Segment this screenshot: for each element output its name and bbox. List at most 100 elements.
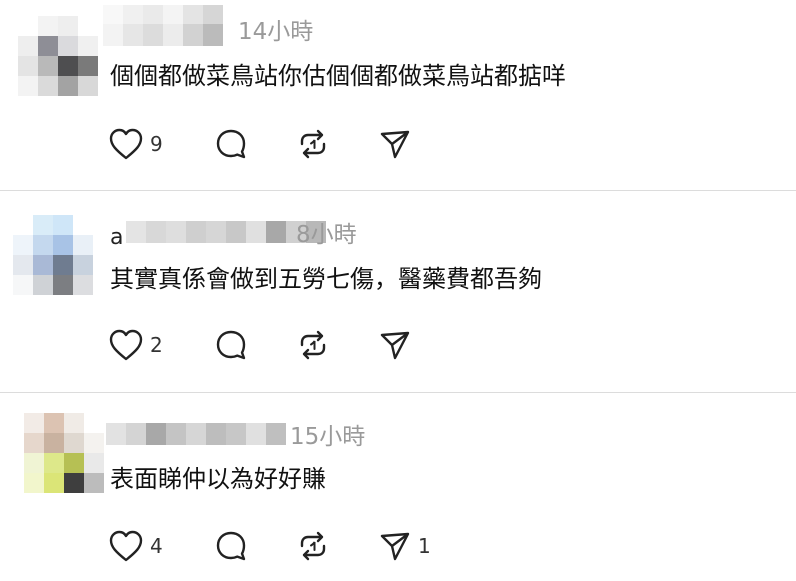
name-pixel: [206, 221, 226, 243]
like-button[interactable]: 2: [108, 325, 163, 365]
comment-button[interactable]: [214, 526, 248, 566]
avatar-pixel: [84, 473, 104, 493]
post-text: 表面睇仲以為好好賺: [110, 465, 326, 493]
like-count: 2: [150, 333, 163, 357]
send-icon: [380, 130, 410, 159]
avatar-pixel: [78, 56, 98, 76]
reply-post: 14小時 個個都做菜鳥站你估個個都做菜鳥站都掂咩 9: [0, 0, 796, 190]
avatar-pixel: [58, 76, 78, 96]
avatar-pixel: [64, 433, 84, 453]
name-pixel: [266, 221, 286, 243]
avatar-pixel: [33, 215, 53, 235]
like-count: 9: [150, 132, 163, 156]
name-pixel: [103, 24, 123, 46]
repost-button[interactable]: [296, 325, 330, 365]
avatar-pixel: [24, 473, 44, 493]
name-pixel: [226, 423, 246, 445]
avatar-pixel: [73, 215, 93, 235]
avatar-pixel: [44, 453, 64, 473]
avatar-pixel: [38, 76, 58, 96]
avatar-pixel: [38, 56, 58, 76]
name-pixel: [183, 24, 203, 46]
post-time: 14小時: [238, 19, 314, 45]
repost-button[interactable]: [296, 124, 330, 164]
repost-icon: [300, 330, 326, 360]
username-initial[interactable]: a: [110, 227, 123, 249]
avatar-pixel: [44, 433, 64, 453]
avatar-pixel: [13, 235, 33, 255]
avatar-pixel: [33, 275, 53, 295]
name-pixel: [206, 423, 226, 445]
avatar-pixel: [18, 56, 38, 76]
name-pixel: [126, 423, 146, 445]
avatar-pixel: [84, 453, 104, 473]
reply-post: a 8小時 其實真係會做到五勞七傷，醫藥費都吾夠 2: [0, 191, 796, 392]
name-pixel: [166, 423, 186, 445]
avatar-pixel: [13, 255, 33, 275]
repost-button[interactable]: [296, 526, 330, 566]
name-pixel: [246, 423, 266, 445]
avatar-pixel: [38, 36, 58, 56]
name-pixel: [186, 423, 206, 445]
username-blurred[interactable]: [103, 24, 223, 46]
avatar-pixel: [64, 473, 84, 493]
heart-icon: [109, 128, 143, 160]
name-pixel: [163, 5, 183, 25]
name-pixel: [203, 5, 223, 25]
comment-button[interactable]: [214, 124, 248, 164]
name-pixel: [266, 423, 286, 445]
name-pixel: [226, 221, 246, 243]
avatar-pixel: [24, 453, 44, 473]
like-button[interactable]: 4: [108, 526, 163, 566]
post-time: 8小時: [296, 222, 357, 248]
share-count: 1: [418, 534, 431, 558]
avatar-pixel: [58, 16, 78, 36]
avatar-pixel: [73, 275, 93, 295]
name-pixel: [186, 221, 206, 243]
avatar-pixel: [78, 16, 98, 36]
reply-post: 15小時 表面睇仲以為好好賺 4 1: [0, 393, 796, 581]
avatar-pixel: [18, 36, 38, 56]
like-button[interactable]: 9: [108, 124, 163, 164]
avatar-pixel: [53, 215, 73, 235]
comment-button[interactable]: [214, 325, 248, 365]
avatar-pixel: [84, 433, 104, 453]
avatar-pixel: [58, 56, 78, 76]
name-pixel: [123, 5, 143, 25]
avatar-pixel: [18, 76, 38, 96]
avatar[interactable]: [18, 16, 98, 96]
like-count: 4: [150, 534, 163, 558]
repost-icon: [300, 531, 326, 561]
name-pixel: [146, 423, 166, 445]
avatar-pixel: [13, 275, 33, 295]
share-button[interactable]: 1: [378, 526, 431, 566]
avatar-pixel: [53, 255, 73, 275]
username-blurred[interactable]: [106, 423, 286, 445]
avatar-pixel: [64, 453, 84, 473]
name-pixel: [103, 5, 123, 25]
avatar-pixel: [24, 433, 44, 453]
avatar[interactable]: [24, 413, 104, 493]
name-pixel: [143, 24, 163, 46]
share-button[interactable]: [378, 124, 412, 164]
avatar-pixel: [33, 235, 53, 255]
avatar-pixel: [24, 413, 44, 433]
name-pixel: [126, 221, 146, 243]
avatar-pixel: [73, 255, 93, 275]
name-pixel: [106, 423, 126, 445]
avatar-pixel: [38, 16, 58, 36]
post-text: 個個都做菜鳥站你估個個都做菜鳥站都掂咩: [110, 62, 566, 90]
send-icon: [380, 532, 410, 561]
name-pixel: [123, 24, 143, 46]
name-pixel: [203, 24, 223, 46]
comment-bubble-icon: [216, 129, 246, 159]
avatar-pixel: [18, 16, 38, 36]
name-pixel: [146, 221, 166, 243]
name-pixel: [166, 221, 186, 243]
avatar[interactable]: [13, 215, 93, 295]
username-blurred[interactable]: [103, 5, 223, 25]
avatar-pixel: [78, 76, 98, 96]
repost-icon: [300, 129, 326, 159]
share-button[interactable]: [378, 325, 412, 365]
name-pixel: [143, 5, 163, 25]
